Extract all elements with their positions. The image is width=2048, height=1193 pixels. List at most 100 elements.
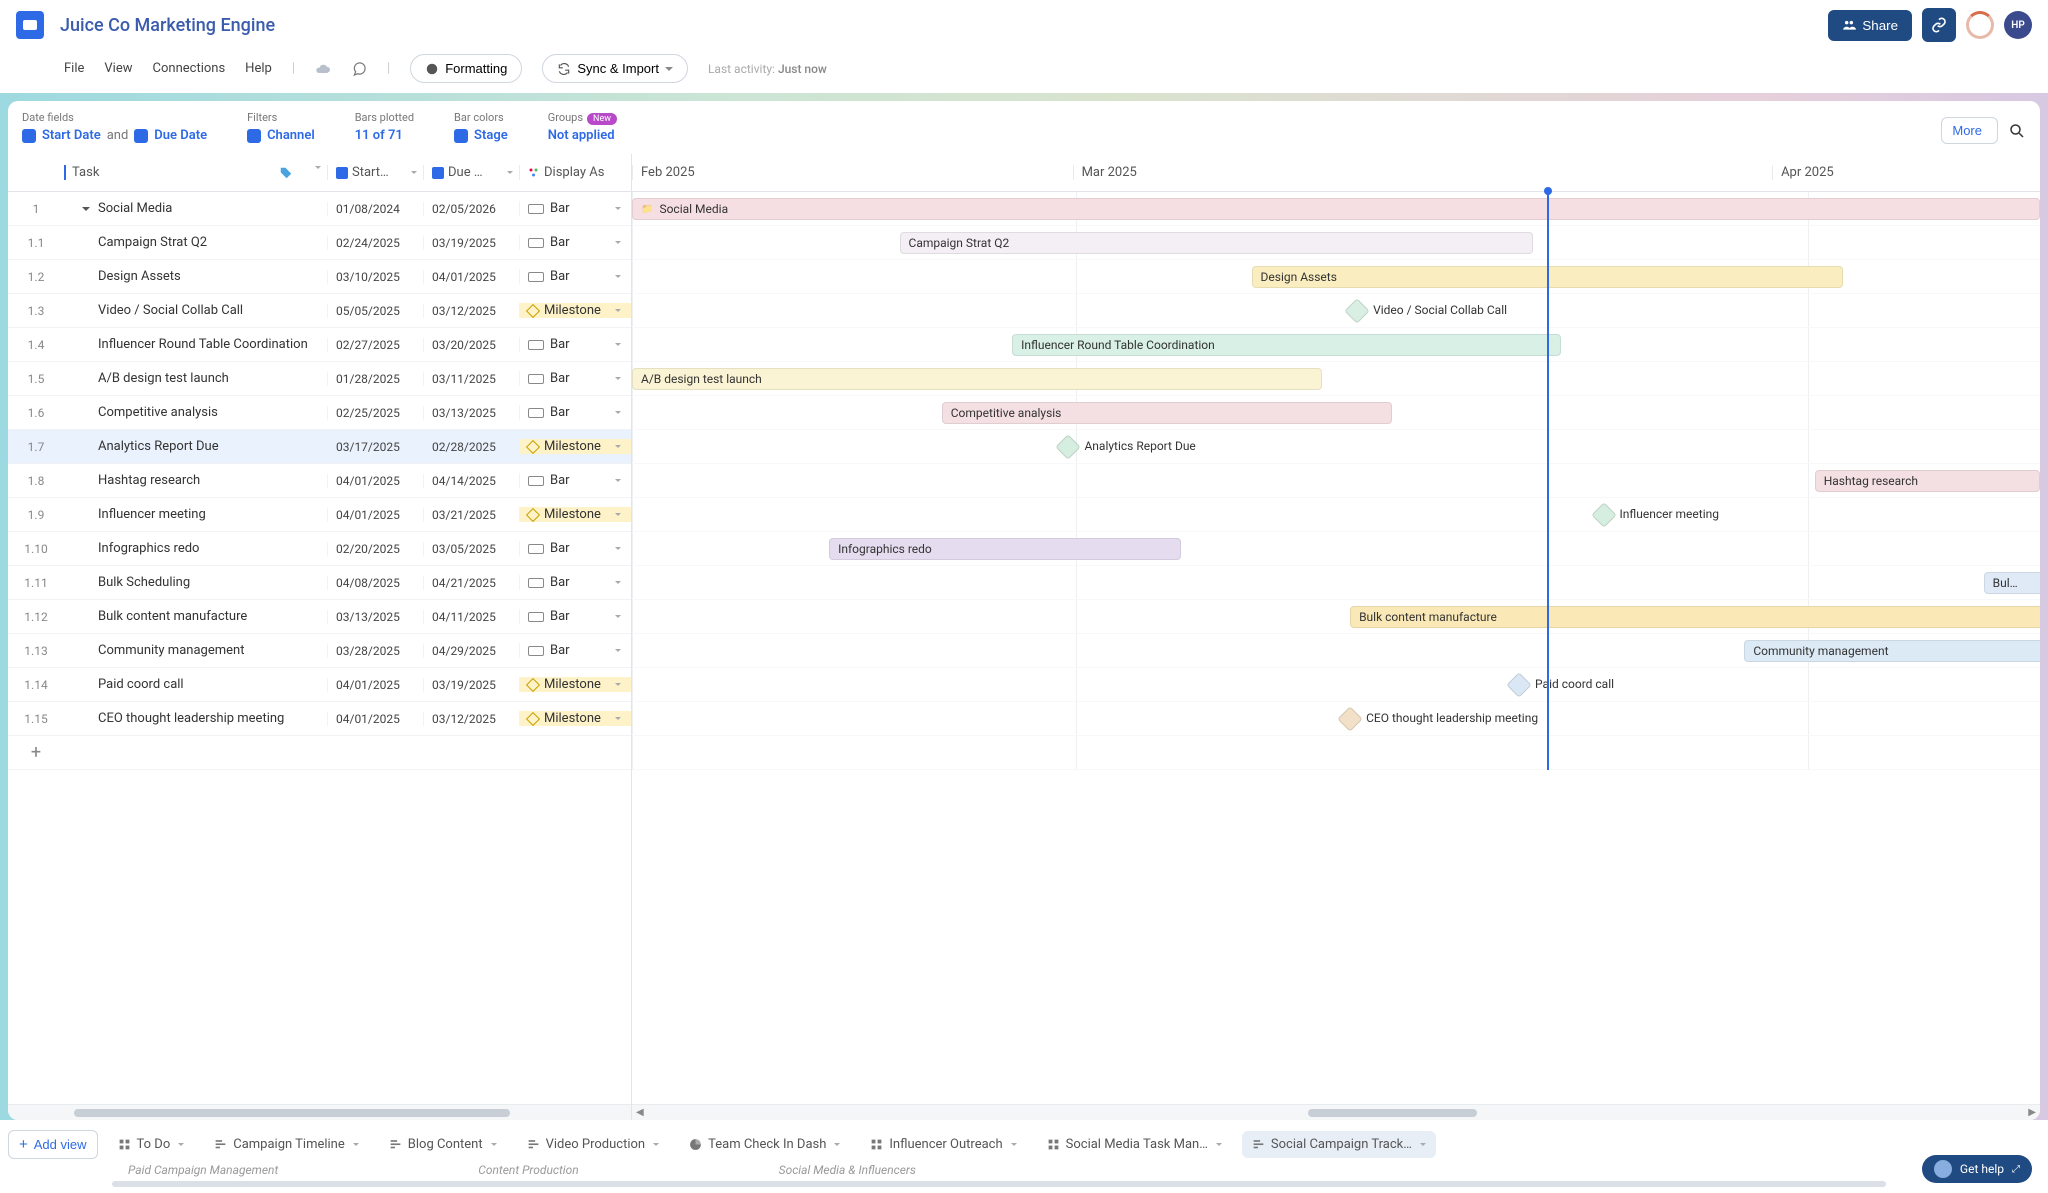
gantt-row[interactable]: Design Assets — [632, 260, 2040, 294]
menu-connections[interactable]: Connections — [153, 61, 226, 76]
table-row[interactable]: 1.3Video / Social Collab Call05/05/20250… — [8, 294, 631, 328]
gantt-row[interactable]: Paid coord call — [632, 668, 2040, 702]
chevron-down-icon[interactable] — [1011, 1143, 1017, 1146]
table-row[interactable]: 1.1Campaign Strat Q202/24/202503/19/2025… — [8, 226, 631, 260]
gantt-month[interactable]: Feb 2025 — [632, 165, 1073, 180]
display-as-cell[interactable]: Bar — [519, 337, 631, 352]
task-cell[interactable]: Hashtag research — [64, 473, 327, 488]
chevron-down-icon[interactable] — [491, 1143, 497, 1146]
col-due[interactable]: Due … — [423, 165, 519, 180]
display-as-cell[interactable]: Milestone — [519, 677, 631, 692]
gantt-month[interactable]: Mar 2025 — [1073, 165, 1773, 180]
filter-bars-plotted[interactable]: Bars plotted 11 of 71 — [355, 111, 414, 143]
due-date-cell[interactable]: 04/21/2025 — [423, 576, 519, 590]
start-date-cell[interactable]: 02/25/2025 — [327, 406, 423, 420]
avatar[interactable]: HP — [2004, 11, 2032, 39]
task-cell[interactable]: Infographics redo — [64, 541, 327, 556]
gantt-milestone[interactable] — [1056, 434, 1081, 459]
start-date-cell[interactable]: 03/28/2025 — [327, 644, 423, 658]
due-date-cell[interactable]: 03/12/2025 — [423, 304, 519, 318]
due-date-cell[interactable]: 03/12/2025 — [423, 712, 519, 726]
gantt-row[interactable]: CEO thought leadership meeting — [632, 702, 2040, 736]
gantt-bar[interactable]: Bul… — [1984, 572, 2040, 594]
task-cell[interactable]: Paid coord call — [64, 677, 327, 692]
gantt-bar[interactable]: Campaign Strat Q2 — [900, 232, 1534, 254]
display-as-cell[interactable]: Milestone — [519, 507, 631, 522]
menu-view[interactable]: View — [104, 61, 132, 76]
table-row[interactable]: 1.10Infographics redo02/20/202503/05/202… — [8, 532, 631, 566]
chevron-down-icon[interactable] — [178, 1143, 184, 1146]
col-tag[interactable] — [279, 166, 327, 180]
chevron-down-icon[interactable] — [1420, 1143, 1426, 1146]
due-date-cell[interactable]: 03/13/2025 — [423, 406, 519, 420]
gantt-bar[interactable]: Community management — [1744, 640, 2040, 662]
get-help-button[interactable]: Get help ⤢ — [1922, 1155, 2032, 1183]
due-date-cell[interactable]: 04/29/2025 — [423, 644, 519, 658]
display-as-cell[interactable]: Bar — [519, 371, 631, 386]
col-task[interactable]: Task — [64, 165, 279, 180]
view-tab[interactable]: Campaign Timeline — [204, 1131, 369, 1158]
display-as-cell[interactable]: Bar — [519, 643, 631, 658]
gantt-row[interactable]: Bulk content manufacture — [632, 600, 2040, 634]
due-date-cell[interactable]: 02/28/2025 — [423, 440, 519, 454]
task-cell[interactable]: Community management — [64, 643, 327, 658]
gantt-row[interactable]: Competitive analysis — [632, 396, 2040, 430]
scroll-left-icon[interactable]: ◀ — [636, 1107, 644, 1118]
due-date-cell[interactable]: 03/05/2025 — [423, 542, 519, 556]
gantt-milestone[interactable] — [1337, 706, 1362, 731]
view-tab[interactable]: Video Production — [517, 1131, 670, 1158]
app-logo[interactable] — [16, 11, 44, 39]
add-view-button[interactable]: + Add view — [8, 1130, 98, 1159]
view-tab[interactable]: Social Media Task Man… — [1037, 1131, 1232, 1158]
gantt-bar[interactable]: A/B design test launch — [632, 368, 1322, 390]
start-date-cell[interactable]: 04/01/2025 — [327, 508, 423, 522]
task-cell[interactable]: Video / Social Collab Call — [64, 303, 327, 318]
gantt-hscroll[interactable]: ◀ ▶ — [632, 1104, 2040, 1120]
chevron-down-icon[interactable] — [653, 1143, 659, 1146]
table-row[interactable]: 1.8Hashtag research04/01/202504/14/2025B… — [8, 464, 631, 498]
tabs-hscroll[interactable] — [16, 1179, 2032, 1189]
table-row[interactable]: 1.4Influencer Round Table Coordination02… — [8, 328, 631, 362]
filter-bar-colors[interactable]: Bar colors Stage — [454, 111, 508, 143]
more-button[interactable]: More — [1941, 117, 1998, 144]
tab-group-label[interactable]: Paid Campaign Management — [128, 1163, 278, 1177]
table-row[interactable]: 1 Social Media01/08/202402/05/2026Bar — [8, 192, 631, 226]
due-date-cell[interactable]: 04/14/2025 — [423, 474, 519, 488]
display-as-cell[interactable]: Bar — [519, 609, 631, 624]
filter-date-fields[interactable]: Date fields Start DateandDue Date — [22, 111, 207, 143]
gantt-row[interactable]: Infographics redo — [632, 532, 2040, 566]
table-row[interactable]: 1.12Bulk content manufacture03/13/202504… — [8, 600, 631, 634]
task-cell[interactable]: Campaign Strat Q2 — [64, 235, 327, 250]
display-as-cell[interactable]: Bar — [519, 473, 631, 488]
doc-title[interactable]: Juice Co Marketing Engine — [60, 15, 275, 36]
gantt-bar[interactable]: Social Media — [632, 198, 2040, 220]
start-date-cell[interactable]: 03/10/2025 — [327, 270, 423, 284]
table-row[interactable]: 1.6Competitive analysis02/25/202503/13/2… — [8, 396, 631, 430]
add-row[interactable]: + — [8, 736, 631, 770]
task-cell[interactable]: Influencer Round Table Coordination — [64, 337, 327, 352]
gantt-bar[interactable]: Bulk content manufacture — [1350, 606, 2040, 628]
task-cell[interactable]: CEO thought leadership meeting — [64, 711, 327, 726]
tab-group-label[interactable]: Content Production — [478, 1163, 578, 1177]
display-as-cell[interactable]: Milestone — [519, 439, 631, 454]
task-cell[interactable]: Analytics Report Due — [64, 439, 327, 454]
filter-filters[interactable]: Filters Channel — [247, 111, 315, 143]
task-cell[interactable]: Bulk Scheduling — [64, 575, 327, 590]
start-date-cell[interactable]: 02/20/2025 — [327, 542, 423, 556]
view-tab[interactable]: Blog Content — [379, 1131, 507, 1158]
table-row[interactable]: 1.13Community management03/28/202504/29/… — [8, 634, 631, 668]
scroll-right-icon[interactable]: ▶ — [2028, 1107, 2036, 1118]
display-as-cell[interactable]: Milestone — [519, 303, 631, 318]
due-date-cell[interactable]: 03/19/2025 — [423, 236, 519, 250]
view-tab[interactable]: Team Check In Dash — [679, 1131, 850, 1158]
display-as-cell[interactable]: Bar — [519, 405, 631, 420]
display-as-cell[interactable]: Bar — [519, 541, 631, 556]
menu-help[interactable]: Help — [245, 61, 272, 76]
table-row[interactable]: 1.5A/B design test launch01/28/202503/11… — [8, 362, 631, 396]
formatting-button[interactable]: Formatting — [410, 54, 522, 83]
due-date-cell[interactable]: 03/19/2025 — [423, 678, 519, 692]
start-date-cell[interactable]: 03/17/2025 — [327, 440, 423, 454]
filter-groups[interactable]: GroupsNew Not applied — [548, 111, 617, 143]
display-as-cell[interactable]: Bar — [519, 201, 631, 216]
table-row[interactable]: 1.7Analytics Report Due03/17/202502/28/2… — [8, 430, 631, 464]
